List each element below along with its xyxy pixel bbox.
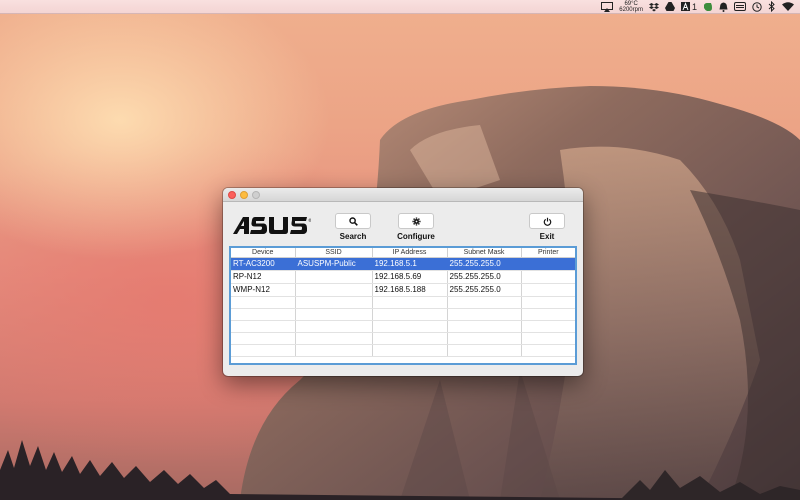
menu-bar: 69°C 6200rpm 1: [0, 0, 800, 14]
cell-ip-address: 192.168.5.1: [372, 257, 448, 271]
search-icon: [348, 216, 358, 226]
column-header-ssid[interactable]: SSID: [295, 248, 373, 258]
search-label: Search: [339, 232, 367, 241]
exit-button-box[interactable]: [529, 213, 565, 229]
cell-ip-address: 192.168.5.69: [372, 270, 448, 284]
configure-label: Configure: [397, 232, 435, 241]
drive-icon[interactable]: [664, 0, 675, 14]
table-row[interactable]: RP-N12 192.168.5.69 255.255.255.0: [231, 270, 575, 284]
empty-table-row: [231, 344, 575, 357]
column-header-ip-address[interactable]: IP Address: [372, 248, 448, 258]
cell-subnet-mask: 255.255.255.0: [447, 283, 522, 297]
minimize-window-button[interactable]: [240, 191, 248, 199]
search-button[interactable]: Search: [333, 213, 373, 241]
empty-table-row: [231, 332, 575, 345]
column-header-printer[interactable]: Printer: [521, 248, 575, 258]
cell-device: RT-AC3200: [231, 257, 296, 271]
notifications-icon[interactable]: [719, 0, 728, 14]
adobe-icon[interactable]: [680, 0, 690, 14]
search-button-box[interactable]: [335, 213, 371, 229]
close-window-button[interactable]: [228, 191, 236, 199]
cell-subnet-mask: 255.255.255.0: [447, 270, 522, 284]
column-header-device[interactable]: Device: [231, 248, 296, 258]
device-table: Device SSID IP Address Subnet Mask Print…: [229, 246, 577, 365]
table-header-row: Device SSID IP Address Subnet Mask Print…: [231, 248, 575, 258]
power-icon: [543, 217, 551, 226]
cell-printer: [521, 283, 575, 297]
battery-icon[interactable]: [734, 0, 746, 14]
asus-device-discovery-window: ® Search Configure Exit Device SSID IP A…: [223, 188, 583, 376]
asus-logo: ®: [233, 217, 311, 234]
system-monitor[interactable]: 69°C 6200rpm: [619, 0, 643, 14]
time-machine-icon[interactable]: [752, 0, 762, 14]
configure-button-box[interactable]: [398, 213, 434, 229]
exit-label: Exit: [539, 232, 555, 241]
cell-device: RP-N12: [231, 270, 296, 284]
bluetooth-icon[interactable]: [768, 0, 776, 14]
notification-count: 1: [691, 1, 697, 12]
table-row[interactable]: WMP-N12 192.168.5.188 255.255.255.0: [231, 283, 575, 297]
cell-ssid: [295, 270, 373, 284]
title-bar[interactable]: [223, 188, 583, 202]
cell-printer: [521, 270, 575, 284]
table-row[interactable]: RT-AC3200 ASUSPM-Public 192.168.5.1 255.…: [231, 257, 575, 271]
cell-printer: [521, 257, 575, 271]
dropbox-icon[interactable]: [648, 0, 659, 14]
cell-ip-address: 192.168.5.188: [372, 283, 448, 297]
wifi-icon[interactable]: [782, 0, 794, 14]
svg-text:®: ®: [308, 218, 311, 223]
empty-table-row: [231, 296, 575, 309]
airplay-icon[interactable]: [601, 0, 614, 14]
column-header-subnet-mask[interactable]: Subnet Mask: [447, 248, 522, 258]
evernote-icon[interactable]: [703, 0, 713, 14]
configure-button[interactable]: Configure: [396, 213, 436, 241]
cell-device: WMP-N12: [231, 283, 296, 297]
cell-subnet-mask: 255.255.255.0: [447, 257, 522, 271]
fan-speed-readout: 6200rpm: [619, 7, 643, 13]
cell-ssid: ASUSPM-Public: [295, 257, 373, 271]
gear-icon: [411, 216, 421, 226]
maximize-window-button[interactable]: [252, 191, 260, 199]
empty-table-row: [231, 320, 575, 333]
exit-button[interactable]: Exit: [527, 213, 567, 241]
toolbar: ® Search Configure Exit: [223, 202, 583, 246]
tree-line: [0, 440, 800, 500]
empty-table-row: [231, 308, 575, 321]
cell-ssid: [295, 283, 373, 297]
